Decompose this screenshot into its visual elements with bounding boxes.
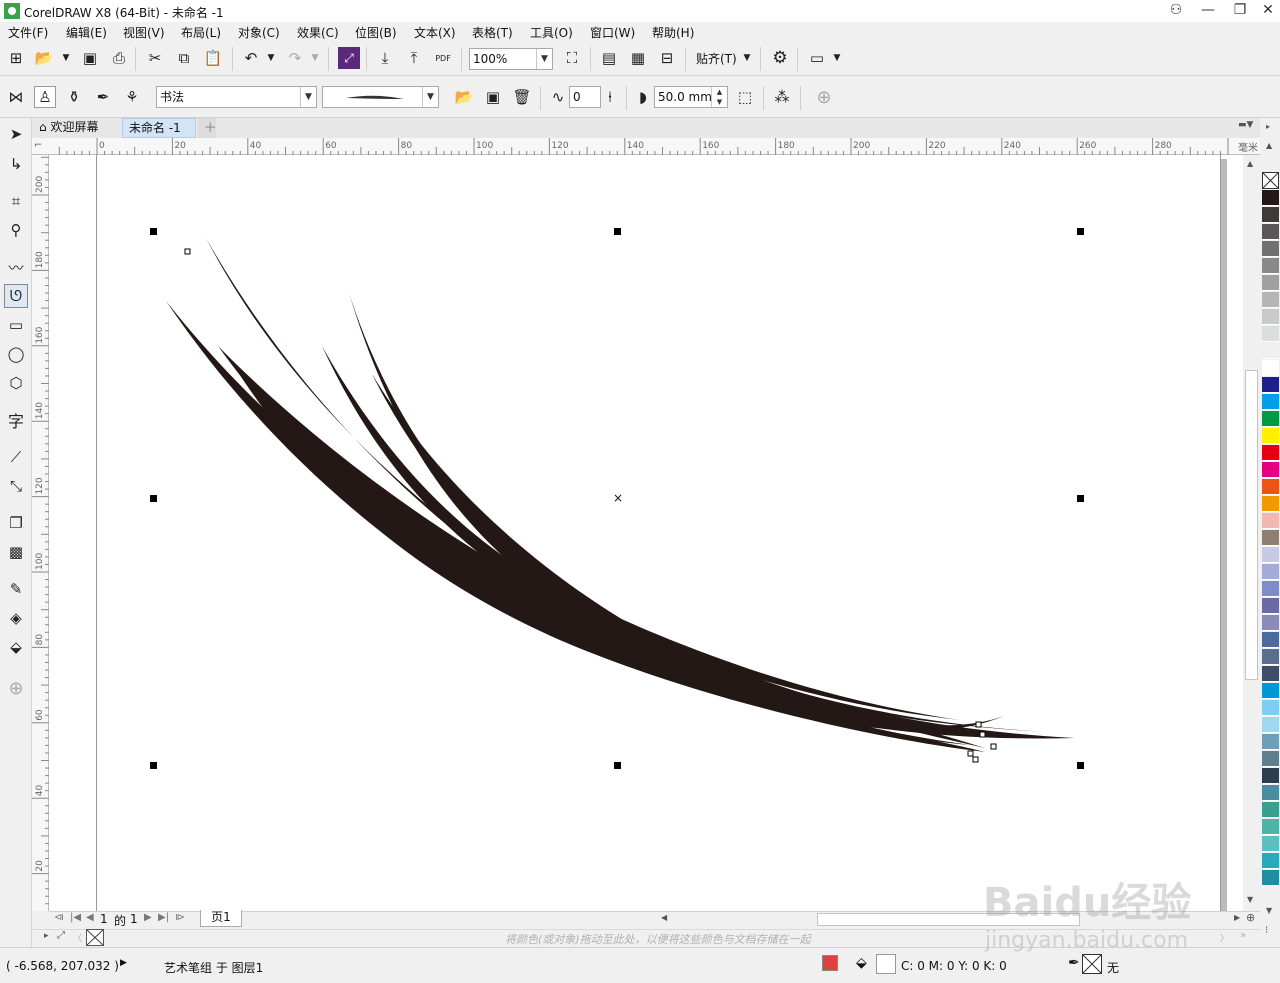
palette-swatch[interactable] — [1262, 428, 1279, 444]
outline-info: 无 — [1107, 961, 1120, 975]
scroll-down-icon[interactable]: ▼ — [1247, 895, 1253, 904]
palette-swatch[interactable] — [1262, 207, 1279, 223]
no-color-cross-icon — [86, 929, 104, 946]
palette-swatch[interactable] — [1262, 700, 1279, 716]
palette-up-icon[interactable]: ▲ — [1266, 141, 1272, 150]
palette-swatch[interactable] — [1262, 751, 1279, 767]
artistic-media-group[interactable] — [0, 0, 1280, 983]
palette-scroll-left-icon[interactable]: 〈 — [73, 931, 82, 944]
palette-swatch[interactable] — [1262, 241, 1279, 257]
page-of-label: 的 — [114, 914, 127, 928]
fill-color-info: C: 0 M: 0 Y: 0 K: 0 — [901, 959, 1007, 973]
vertical-scrollbar[interactable]: ▲ ▼ — [1243, 155, 1260, 911]
current-page-number: 1 — [100, 912, 108, 926]
palette-swatch[interactable] — [1262, 258, 1279, 274]
palette-swatch[interactable] — [1262, 581, 1279, 597]
document-palette-hint: 将颜色(或对象)拖动至此处，以便将这些颜色与文档存储在一起 — [505, 933, 811, 946]
palette-swatch[interactable] — [1262, 649, 1279, 665]
scroll-right-icon[interactable]: ▶ — [1234, 913, 1240, 922]
watermark-brand: Baidu经验 — [983, 880, 1192, 926]
palette-scroll-right-icon[interactable]: 〉 — [1220, 931, 1229, 944]
palette-swatch[interactable] — [1262, 819, 1279, 835]
palette-swatch[interactable] — [1262, 853, 1279, 869]
previous-page-first-icon[interactable]: |◀ — [70, 912, 81, 923]
palette-swatch[interactable] — [1262, 666, 1279, 682]
palette-swatch[interactable] — [1262, 598, 1279, 614]
palette-swatch[interactable] — [1262, 683, 1279, 699]
palette-down-icon[interactable]: ▼ — [1266, 906, 1272, 915]
color-proofing-icon[interactable] — [822, 955, 838, 971]
palette-swatch[interactable] — [1262, 445, 1279, 461]
outline-pen-icon: ✒ — [1068, 955, 1080, 971]
palette-swatch[interactable] — [1262, 530, 1279, 546]
palette-swatch[interactable] — [1262, 190, 1279, 206]
selection-handle-middle-right[interactable] — [1077, 495, 1084, 502]
navigator-icon[interactable]: ⊕ — [1246, 911, 1255, 924]
first-page-icon[interactable]: ⧏ — [54, 912, 64, 923]
outline-color-swatch[interactable] — [1082, 954, 1102, 974]
selection-handle-bottom-right[interactable] — [1077, 762, 1084, 769]
selection-center-marker-icon[interactable]: × — [613, 491, 623, 505]
palette-swatch[interactable] — [1262, 411, 1279, 427]
watermark-url: jingyan.baidu.com — [985, 928, 1189, 953]
palette-swatch[interactable] — [1262, 802, 1279, 818]
cursor-coordinates: ( -6.568, 207.032 ) — [6, 959, 119, 973]
add-page-icon[interactable]: ⧐ — [175, 912, 185, 923]
palette-swatch[interactable] — [1262, 462, 1279, 478]
previous-page-icon[interactable]: ◀ — [86, 912, 94, 923]
node-handles[interactable] — [184, 248, 997, 763]
scroll-left-icon[interactable]: ◀ — [661, 913, 667, 922]
palette-swatch[interactable] — [1262, 377, 1279, 393]
palette-swatch[interactable] — [1262, 836, 1279, 852]
palette-no-fill-swatch[interactable] — [1262, 172, 1279, 189]
palette-swatch[interactable] — [1262, 292, 1279, 308]
status-expand-icon[interactable]: ▶ — [120, 958, 127, 968]
palette-more-icon[interactable]: » — [1240, 930, 1246, 941]
selection-handle-top-right[interactable] — [1077, 228, 1084, 235]
palette-swatch[interactable] — [1262, 309, 1279, 325]
selection-handle-bottom-left[interactable] — [150, 762, 157, 769]
next-page-icon[interactable]: ▶ — [144, 912, 152, 923]
palette-expand-icon[interactable]: ⁝ — [1265, 925, 1268, 936]
palette-swatch[interactable] — [1262, 513, 1279, 529]
palette-swatch[interactable] — [1262, 326, 1279, 342]
palette-swatch[interactable] — [1262, 734, 1279, 750]
palette-swatch[interactable] — [1262, 479, 1279, 495]
palette-expand-icon[interactable]: ▸ — [44, 931, 49, 941]
selection-handle-middle-left[interactable] — [150, 495, 157, 502]
palette-swatch[interactable] — [1262, 717, 1279, 733]
page-tab-1[interactable]: 页1 — [200, 910, 242, 927]
selection-handle-top-left[interactable] — [150, 228, 157, 235]
palette-menu-icon[interactable]: ▸ — [1266, 122, 1270, 131]
palette-eyedropper-icon[interactable]: ⤢ — [57, 930, 65, 941]
palette-swatch[interactable] — [1262, 870, 1279, 886]
palette-swatch[interactable] — [1262, 785, 1279, 801]
palette-swatch[interactable] — [1262, 360, 1279, 376]
palette-swatch[interactable] — [1262, 224, 1279, 240]
palette-swatch[interactable] — [1262, 343, 1279, 359]
selection-handle-bottom-center[interactable] — [614, 762, 621, 769]
fill-color-swatch[interactable] — [876, 954, 896, 974]
no-fill-cross-icon — [1262, 172, 1279, 189]
palette-swatch[interactable] — [1262, 615, 1279, 631]
no-outline-cross-icon — [1082, 954, 1102, 974]
palette-swatch[interactable] — [1262, 564, 1279, 580]
selection-handle-top-center[interactable] — [614, 228, 621, 235]
palette-swatch[interactable] — [1262, 768, 1279, 784]
no-color-swatch-icon[interactable] — [86, 929, 104, 946]
vertical-scroll-thumb[interactable] — [1245, 370, 1258, 680]
palette-swatch[interactable] — [1262, 547, 1279, 563]
scroll-up-icon[interactable]: ▲ — [1247, 159, 1253, 168]
last-page-icon[interactable]: ▶| — [158, 912, 169, 923]
object-info: 艺术笔组 于 图层1 — [164, 961, 264, 975]
fill-bucket-icon: ⬙ — [856, 955, 867, 971]
palette-swatch[interactable] — [1262, 394, 1279, 410]
palette-swatch[interactable] — [1262, 275, 1279, 291]
palette-swatch[interactable] — [1262, 496, 1279, 512]
palette-swatch[interactable] — [1262, 632, 1279, 648]
total-pages: 1 — [130, 912, 138, 926]
